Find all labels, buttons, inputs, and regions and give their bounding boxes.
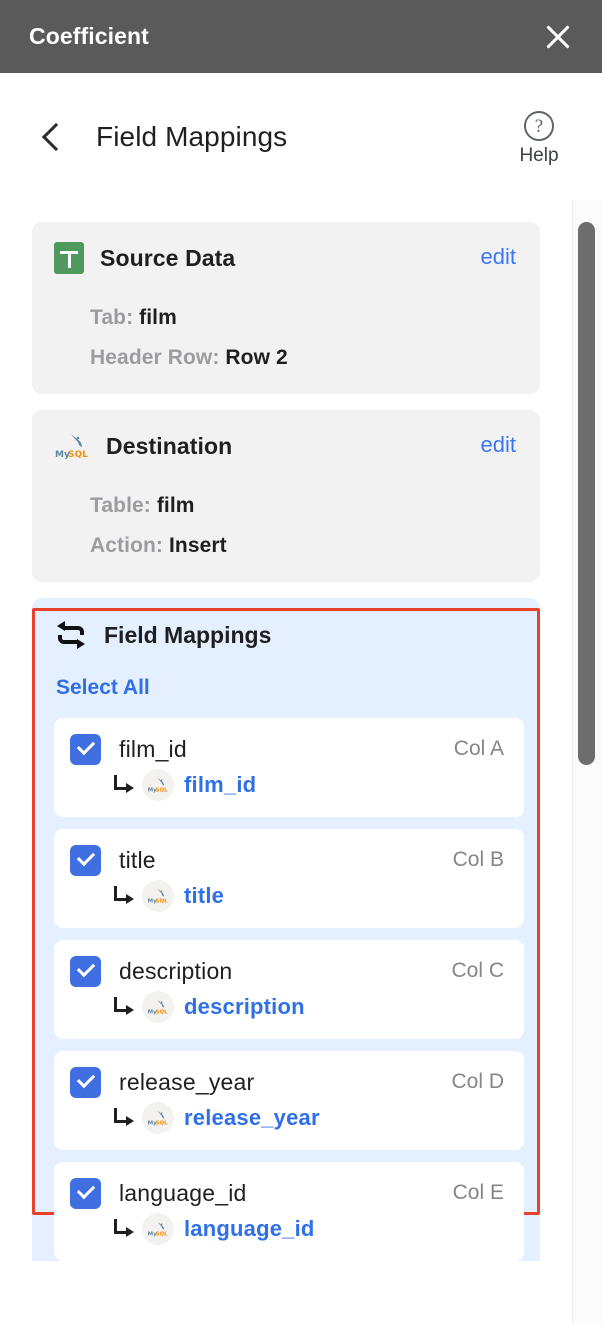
- svg-text:SQL: SQL: [156, 1010, 169, 1016]
- mapping-row-top: title Col B: [70, 845, 504, 876]
- mysql-icon: MySQL: [142, 769, 174, 801]
- mysql-icon: MySQL: [142, 880, 174, 912]
- source-header-value: Row 2: [225, 346, 287, 369]
- source-field-name: language_id: [119, 1180, 247, 1207]
- source-data-edit-link[interactable]: edit: [481, 244, 516, 270]
- destination-card: My SQL Destination edit Table: film Acti…: [32, 410, 540, 582]
- svg-text:SQL: SQL: [68, 450, 88, 460]
- svg-text:SQL: SQL: [156, 788, 169, 794]
- source-field-name: description: [119, 958, 232, 985]
- source-field-name: release_year: [119, 1069, 254, 1096]
- field-mapping-row[interactable]: film_id Col A MySQL film_id: [54, 718, 524, 817]
- mapping-row-top: release_year Col D: [70, 1067, 504, 1098]
- help-label: Help: [504, 145, 574, 167]
- close-icon[interactable]: [541, 20, 575, 54]
- help-button[interactable]: ? Help: [504, 111, 574, 167]
- arrow-down-right-icon: [112, 1219, 134, 1239]
- field-mapping-row[interactable]: description Col C MySQL description: [54, 940, 524, 1039]
- destination-table-label: Table:: [90, 494, 151, 517]
- mysql-icon: MySQL: [142, 991, 174, 1023]
- scrollbar-thumb[interactable]: [578, 222, 595, 765]
- mapping-checkbox[interactable]: [70, 845, 101, 876]
- field-mapping-row[interactable]: language_id Col E MySQL language_id: [54, 1162, 524, 1261]
- source-tab-label: Tab:: [90, 306, 133, 329]
- destination-edit-link[interactable]: edit: [481, 432, 516, 458]
- source-field-name: film_id: [119, 736, 187, 763]
- source-data-card: Source Data edit Tab: film Header Row: R…: [32, 222, 540, 394]
- source-column-label: Col D: [451, 1070, 504, 1094]
- destination-field-name[interactable]: language_id: [184, 1216, 315, 1242]
- app-title: Coefficient: [29, 23, 149, 50]
- arrow-down-right-icon: [112, 1108, 134, 1128]
- mapping-checkbox[interactable]: [70, 956, 101, 987]
- source-column-label: Col E: [453, 1181, 504, 1205]
- destination-card-header: My SQL Destination edit: [54, 430, 516, 462]
- chevron-left-icon[interactable]: [38, 120, 66, 154]
- source-column-label: Col B: [453, 848, 504, 872]
- mysql-icon: My SQL: [54, 430, 90, 462]
- mapping-row-top: film_id Col A: [70, 734, 504, 765]
- mapping-checkbox[interactable]: [70, 1178, 101, 1209]
- field-mapping-row[interactable]: title Col B MySQL title: [54, 829, 524, 928]
- window-titlebar: Coefficient: [0, 0, 602, 73]
- destination-title: Destination: [106, 433, 232, 460]
- destination-action-row: Action: Insert: [90, 518, 516, 558]
- source-column-label: Col A: [454, 737, 504, 761]
- scroll-content: Source Data edit Tab: film Header Row: R…: [0, 200, 572, 1273]
- arrow-down-right-icon: [112, 997, 134, 1017]
- field-mapping-row[interactable]: release_year Col D MySQL release_year: [54, 1051, 524, 1150]
- arrow-down-right-icon: [112, 775, 134, 795]
- svg-text:SQL: SQL: [156, 1232, 169, 1238]
- destination-table-value: film: [157, 494, 195, 517]
- destination-field-name[interactable]: release_year: [184, 1105, 320, 1131]
- mapping-checkbox[interactable]: [70, 734, 101, 765]
- arrow-down-right-icon: [112, 886, 134, 906]
- coefficient-sidebar-panel: Coefficient Field Mappings ? Help Source…: [0, 0, 602, 1324]
- page-header: Field Mappings ? Help: [0, 73, 602, 200]
- mysql-icon: MySQL: [142, 1102, 174, 1134]
- mapping-row-bottom: MySQL release_year: [112, 1102, 504, 1134]
- select-all-link[interactable]: Select All: [56, 676, 150, 700]
- scrollbar[interactable]: [572, 200, 602, 1324]
- google-sheets-icon: [54, 242, 84, 274]
- source-tab-value: film: [139, 306, 177, 329]
- destination-field-name[interactable]: title: [184, 883, 224, 909]
- destination-field-name[interactable]: film_id: [184, 772, 256, 798]
- source-field-name: title: [119, 847, 156, 874]
- sync-arrows-icon: [54, 620, 88, 650]
- field-mappings-title: Field Mappings: [104, 622, 271, 649]
- source-column-label: Col C: [451, 959, 504, 983]
- source-header-label: Header Row:: [90, 346, 219, 369]
- mapping-row-top: language_id Col E: [70, 1178, 504, 1209]
- destination-action-value: Insert: [169, 534, 227, 557]
- mysql-icon: MySQL: [142, 1213, 174, 1245]
- field-mapping-rows: film_id Col A MySQL film_idtitle Col B MySQL t…: [54, 718, 520, 1261]
- question-mark-circle-icon: ?: [524, 111, 554, 141]
- source-header-row: Header Row: Row 2: [90, 330, 516, 370]
- mapping-checkbox[interactable]: [70, 1067, 101, 1098]
- mapping-row-bottom: MySQL film_id: [112, 769, 504, 801]
- svg-text:SQL: SQL: [156, 899, 169, 905]
- destination-field-name[interactable]: description: [184, 994, 305, 1020]
- mapping-row-bottom: MySQL title: [112, 880, 504, 912]
- mapping-row-bottom: MySQL description: [112, 991, 504, 1023]
- field-mappings-panel: Field Mappings Select All film_id Col A My…: [32, 598, 540, 1261]
- scroll-body: Source Data edit Tab: film Header Row: R…: [0, 200, 602, 1324]
- source-tab-row: Tab: film: [90, 290, 516, 330]
- mapping-row-bottom: MySQL language_id: [112, 1213, 504, 1245]
- source-data-card-header: Source Data edit: [54, 242, 516, 274]
- destination-table-row: Table: film: [90, 478, 516, 518]
- page-title: Field Mappings: [96, 121, 287, 153]
- svg-text:SQL: SQL: [156, 1121, 169, 1127]
- source-data-title: Source Data: [100, 245, 235, 272]
- field-mappings-header: Field Mappings: [54, 620, 520, 650]
- mapping-row-top: description Col C: [70, 956, 504, 987]
- destination-action-label: Action:: [90, 534, 163, 557]
